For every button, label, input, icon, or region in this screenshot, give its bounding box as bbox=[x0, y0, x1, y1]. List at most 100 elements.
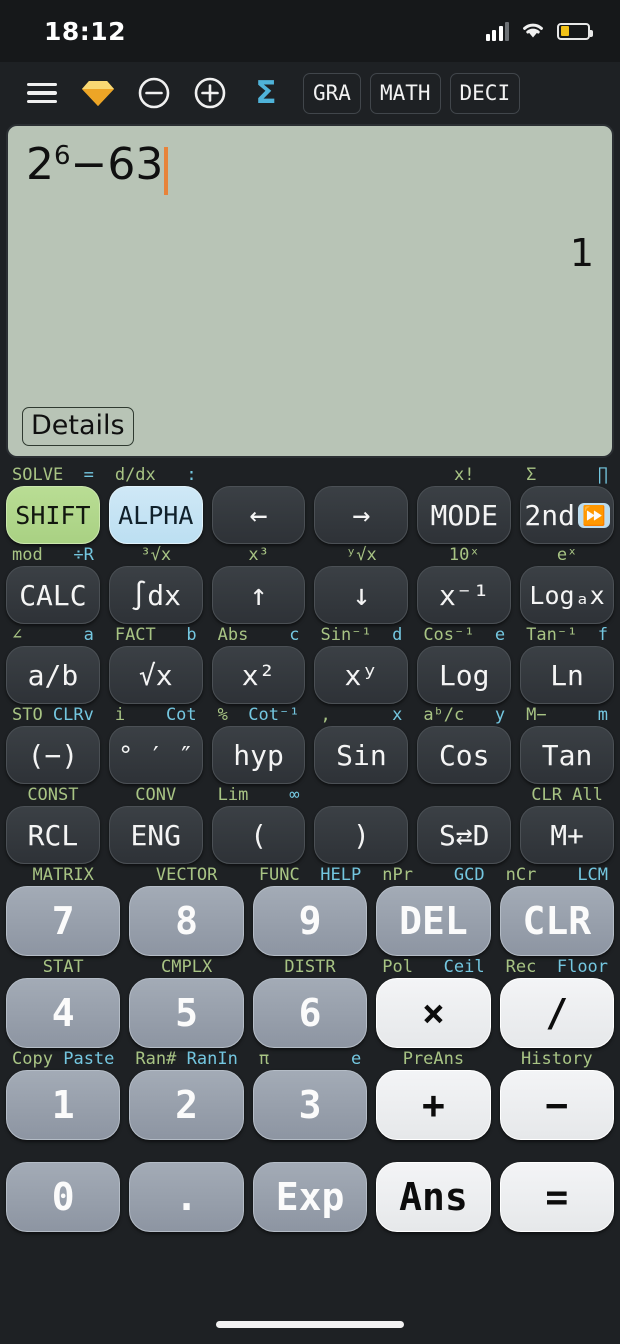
home-indicator[interactable] bbox=[216, 1321, 404, 1328]
key-8[interactable]: 8 bbox=[129, 886, 244, 956]
shift-sublabel: Sin⁻¹ bbox=[320, 624, 372, 645]
key-[interactable]: × bbox=[376, 978, 491, 1048]
key-s-d[interactable]: S⇄D bbox=[417, 806, 512, 864]
alpha-sublabel: e bbox=[350, 1048, 362, 1069]
key-4[interactable]: 4 bbox=[6, 978, 121, 1048]
keypad-cell: STO CLRv (−) bbox=[6, 704, 100, 784]
shift-sublabel: STO bbox=[12, 704, 43, 725]
key-[interactable]: ° ′ ″ bbox=[108, 726, 203, 784]
key-0[interactable]: 0 bbox=[6, 1162, 121, 1232]
key-[interactable]: ← bbox=[211, 486, 306, 544]
key-log[interactable]: Log bbox=[417, 646, 512, 704]
key-[interactable]: ( bbox=[211, 806, 306, 864]
keypad-cell: MATRIX 7 bbox=[6, 864, 121, 956]
keypad-cell: Abs c x² bbox=[211, 624, 306, 704]
keypad-cell: Σ ∏ 2nd ⏩ bbox=[520, 464, 614, 544]
key-ln[interactable]: Ln bbox=[520, 646, 614, 704]
alpha-sublabel: Floor bbox=[556, 956, 609, 977]
keypad-cell: ← bbox=[211, 464, 306, 544]
mode-chip-deci[interactable]: DECI bbox=[449, 72, 521, 114]
shift-sublabel: nCr bbox=[505, 864, 537, 885]
key-eng[interactable]: ENG bbox=[108, 806, 203, 864]
key-[interactable]: ↓ bbox=[314, 566, 409, 624]
alpha-sublabel: b bbox=[186, 624, 197, 645]
key-sublabels: Pol Ceil bbox=[376, 956, 490, 978]
key-x[interactable]: x⁻¹ bbox=[417, 566, 512, 624]
key-1[interactable]: 1 bbox=[6, 1070, 121, 1140]
key-clr[interactable]: CLR bbox=[499, 886, 615, 956]
key-exp[interactable]: Exp bbox=[252, 1162, 368, 1232]
key-del[interactable]: DEL bbox=[376, 886, 491, 956]
alpha-sublabel: = bbox=[83, 464, 94, 485]
signal-bars-icon bbox=[485, 21, 509, 41]
shift-sublabel: % bbox=[217, 704, 228, 725]
key-sublabels bbox=[129, 1140, 243, 1162]
alpha-sublabel: d bbox=[392, 624, 403, 645]
key-a-b[interactable]: a/b bbox=[6, 646, 100, 704]
keypad-cell: 10ˣ x⁻¹ bbox=[417, 544, 512, 624]
key-ans[interactable]: Ans bbox=[376, 1162, 491, 1232]
keypad-cell: CMPLX 5 bbox=[129, 956, 244, 1048]
key-dx[interactable]: ∫dx bbox=[108, 566, 203, 624]
key-alpha[interactable]: ALPHA bbox=[108, 486, 203, 544]
result-value: 1 bbox=[569, 231, 594, 275]
shift-sublabel: CLR All bbox=[531, 784, 603, 805]
key-mode[interactable]: MODE bbox=[417, 486, 512, 544]
key-rcl[interactable]: RCL bbox=[6, 806, 100, 864]
key-cos[interactable]: Cos bbox=[417, 726, 512, 784]
keypad-cell: d/dx: ALPHA bbox=[108, 464, 203, 544]
key-6[interactable]: 6 bbox=[252, 978, 368, 1048]
keypad-cell: M− m Tan bbox=[520, 704, 614, 784]
key-2nd[interactable]: 2nd ⏩ bbox=[520, 486, 614, 544]
toolbar: Σ GRA MATH DECI bbox=[0, 62, 620, 124]
circle-plus-icon[interactable] bbox=[182, 65, 238, 121]
keypad-cell: FUNC HELP 9 bbox=[252, 864, 368, 956]
key-hyp[interactable]: hyp bbox=[211, 726, 306, 784]
key-[interactable]: + bbox=[376, 1070, 491, 1140]
gem-icon[interactable] bbox=[70, 65, 126, 121]
key-9[interactable]: 9 bbox=[252, 886, 368, 956]
hamburger-menu-icon[interactable] bbox=[14, 65, 70, 121]
key-[interactable]: (−) bbox=[6, 726, 100, 784]
keypad-cell: STAT 4 bbox=[6, 956, 121, 1048]
key-[interactable]: − bbox=[499, 1070, 615, 1140]
key-[interactable]: = bbox=[499, 1162, 615, 1232]
key-x[interactable]: √x bbox=[108, 646, 203, 704]
key-x[interactable]: xʸ bbox=[314, 646, 409, 704]
circle-minus-icon[interactable] bbox=[126, 65, 182, 121]
keypad-cell: nCr LCM CLR bbox=[499, 864, 615, 956]
expression-base: 2 bbox=[26, 139, 54, 190]
key-m[interactable]: M+ bbox=[520, 806, 614, 864]
key-sin[interactable]: Sin bbox=[314, 726, 409, 784]
key-5[interactable]: 5 bbox=[129, 978, 244, 1048]
key-sublabels: ʸ√x bbox=[314, 544, 408, 566]
key-sublabels: % Cot⁻¹ bbox=[212, 704, 306, 726]
shift-sublabel: , bbox=[320, 704, 331, 725]
key-calc[interactable]: CALC bbox=[6, 566, 100, 624]
key-7[interactable]: 7 bbox=[6, 886, 121, 956]
key-2[interactable]: 2 bbox=[129, 1070, 244, 1140]
key-x[interactable]: x² bbox=[211, 646, 306, 704]
mode-chip-gra[interactable]: GRA bbox=[303, 72, 361, 114]
details-button[interactable]: Details bbox=[22, 407, 134, 446]
keypad-cell: CLR All M+ bbox=[520, 784, 614, 864]
key-log-x[interactable]: Logₐx bbox=[520, 566, 614, 624]
key-sublabels: d/dx: bbox=[109, 464, 203, 486]
key-sublabels: mod ÷R bbox=[6, 544, 100, 566]
key-shift[interactable]: SHIFT bbox=[6, 486, 100, 544]
calculator-display[interactable]: 2 6 −63 1 Details bbox=[6, 124, 614, 458]
key-tan[interactable]: Tan bbox=[520, 726, 614, 784]
key-[interactable]: . bbox=[129, 1162, 244, 1232]
key-[interactable]: → bbox=[314, 486, 409, 544]
key-3[interactable]: 3 bbox=[252, 1070, 368, 1140]
keypad-cell: Cos⁻¹ e Log bbox=[417, 624, 512, 704]
sigma-icon[interactable]: Σ bbox=[238, 65, 294, 121]
key-[interactable]: ) bbox=[314, 806, 409, 864]
key-sublabels bbox=[500, 1140, 614, 1162]
key-[interactable]: ↑ bbox=[211, 566, 306, 624]
key-[interactable]: / bbox=[499, 978, 615, 1048]
alpha-sublabel: Paste bbox=[63, 1048, 115, 1069]
shift-sublabel: Σ bbox=[526, 464, 537, 485]
alpha-sublabel: Cot⁻¹ bbox=[248, 704, 300, 725]
mode-chip-math[interactable]: MATH bbox=[369, 72, 441, 114]
